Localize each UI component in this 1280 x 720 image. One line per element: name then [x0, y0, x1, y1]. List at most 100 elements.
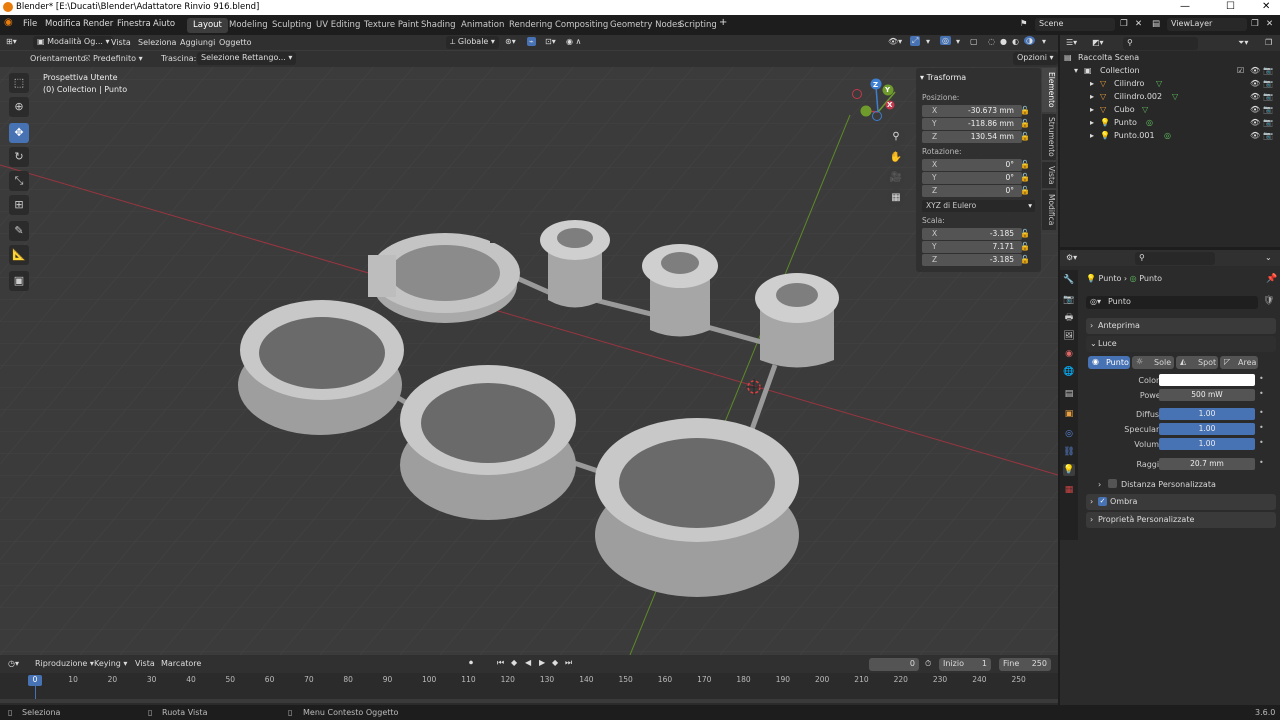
timeline-editor-icon[interactable]: ◷▾	[8, 659, 19, 668]
light-type-area-button[interactable]: ◸ Area	[1220, 356, 1258, 369]
keyframe-dot-icon[interactable]: •	[1259, 389, 1264, 398]
eye-icon[interactable]: 👁	[1250, 105, 1260, 114]
lock-icon[interactable]: 🔓	[1020, 132, 1030, 141]
checkbox-icon[interactable]: ☑	[1237, 66, 1244, 75]
menu-help[interactable]: Aiuto	[153, 19, 175, 29]
blender-menu-icon[interactable]: ◉	[4, 17, 13, 28]
tab-layout[interactable]: Layout	[187, 18, 228, 33]
eye-icon[interactable]: 👁	[1250, 66, 1260, 75]
move-tool-icon[interactable]: ✥	[9, 123, 29, 143]
menu-object[interactable]: Oggetto	[219, 38, 252, 47]
jump-key-forward-icon[interactable]: ◆	[552, 658, 558, 667]
gizmo-menu-icon[interactable]: ▾	[926, 37, 930, 46]
menu-edit[interactable]: Modifica	[45, 19, 81, 29]
3d-viewport[interactable]: Z Y X ⊞▾ ▣ Modalità Og... ▾ Vista Selezi…	[0, 35, 1058, 655]
jump-end-icon[interactable]: ⏭	[565, 658, 572, 668]
camera-icon[interactable]: 📷	[1263, 131, 1273, 140]
location-y-field[interactable]: Y -118.86 mm	[922, 118, 1022, 130]
overlay-menu-icon[interactable]: ▾	[956, 37, 960, 46]
camera-icon[interactable]: 📷	[1263, 92, 1273, 101]
current-frame-field[interactable]: 0	[869, 658, 919, 671]
gizmo-toggle-icon[interactable]: ⤢	[910, 36, 921, 46]
lock-icon[interactable]: 🔓	[1020, 119, 1030, 128]
keyframe-dot-icon[interactable]: •	[1259, 438, 1264, 447]
expand-icon[interactable]: ▸	[1090, 92, 1094, 101]
expand-icon[interactable]: ▸	[1090, 105, 1094, 114]
scale-y-field[interactable]: Y 7.171	[922, 241, 1022, 253]
light-section[interactable]: ⌄ Luce	[1086, 336, 1276, 352]
camera-icon[interactable]: 📷	[1263, 118, 1273, 127]
pan-hand-icon[interactable]: ✋	[887, 149, 905, 167]
close-button[interactable]: ✕	[1262, 1, 1270, 12]
jump-start-icon[interactable]: ⏮	[497, 658, 504, 668]
world-tab-icon[interactable]: 🌐	[1063, 366, 1075, 378]
datablock-name-field[interactable]: ◎▾ Punto	[1086, 296, 1258, 309]
frame-ruler[interactable]: 10 20 30 40 50 60 70 80 90 100 110 120 130 140 150 160 1…	[0, 675, 1058, 687]
eye-icon[interactable]: 👁	[1250, 118, 1260, 127]
tab-item[interactable]: Elemento	[1042, 68, 1056, 112]
solid-shading-icon[interactable]: ●	[1000, 37, 1007, 46]
diffuse-field[interactable]: 1.00	[1159, 408, 1255, 420]
bushing-3[interactable]	[755, 273, 839, 368]
view-layer-tab-icon[interactable]: 🖼	[1063, 330, 1075, 342]
menu-add[interactable]: Aggiungi	[180, 38, 215, 47]
delete-scene-icon[interactable]: ✕	[1135, 19, 1142, 29]
output-tab-icon[interactable]: 🖶	[1063, 312, 1075, 324]
menu-view[interactable]: Vista	[135, 659, 155, 668]
menu-file[interactable]: File	[23, 19, 37, 29]
properties-editor-icon[interactable]: ⚙▾	[1066, 253, 1077, 262]
snap-target-icon[interactable]: ⊡▾	[545, 37, 556, 46]
outliner-row-punto-001[interactable]: ▸ 💡 Punto.001 ◎ 👁 📷	[1060, 131, 1280, 144]
rotation-mode-dropdown[interactable]: XYZ di Eulero ▾	[922, 200, 1035, 212]
view-layer-selector[interactable]: ViewLayer	[1167, 18, 1247, 31]
scene-tab-icon[interactable]: ◉	[1063, 348, 1075, 360]
expand-icon[interactable]: ▸	[1090, 131, 1094, 140]
custom-distance-subpanel[interactable]: › Distanza Personalizzata	[1096, 478, 1256, 492]
cursor-tool-icon[interactable]: ⊕	[9, 97, 29, 117]
tab-edit[interactable]: Modifica	[1042, 190, 1056, 230]
menu-marker[interactable]: Marcatore	[161, 659, 201, 668]
expand-icon[interactable]: ▾	[1074, 66, 1078, 75]
rotation-y-field[interactable]: Y 0°	[922, 172, 1022, 184]
outliner-row-punto[interactable]: ▸ 💡 Punto ◎ 👁 📷	[1060, 118, 1280, 131]
outliner-row-cubo[interactable]: ▸ ▽ Cubo ▽ 👁 📷	[1060, 105, 1280, 118]
rotation-x-field[interactable]: X 0°	[922, 159, 1022, 171]
menu-select[interactable]: Seleziona	[138, 38, 176, 47]
outliner-row-cilindro[interactable]: ▸ ▽ Cilindro ▽ 👁 📷	[1060, 79, 1280, 92]
record-icon[interactable]: ⏺	[469, 658, 473, 668]
light-type-spot-button[interactable]: ◭ Spot	[1176, 356, 1218, 369]
bushing-1[interactable]	[540, 220, 610, 308]
preview-section[interactable]: › Anteprima	[1086, 318, 1276, 334]
ring-2-object[interactable]	[400, 365, 576, 520]
snap-icon[interactable]: ⌁	[527, 37, 536, 46]
volume-field[interactable]: 1.00	[1159, 438, 1255, 450]
menu-view[interactable]: Vista	[111, 38, 131, 47]
eye-icon[interactable]: 👁	[1250, 131, 1260, 140]
location-x-field[interactable]: X -30.673 mm	[922, 105, 1022, 117]
tool-tab-icon[interactable]: 🔧	[1063, 274, 1075, 286]
lock-icon[interactable]: 🔓	[1020, 173, 1030, 182]
camera-icon[interactable]: 📷	[1263, 66, 1273, 75]
jump-key-back-icon[interactable]: ◆	[511, 658, 517, 667]
annotate-tool-icon[interactable]: ✎	[9, 221, 29, 241]
transform-orientation-selector[interactable]: ⟂ Globale ▾	[446, 36, 499, 49]
playhead[interactable]: 0	[28, 675, 42, 686]
filter-icon[interactable]: ⏷▾	[1238, 38, 1248, 48]
collection-row[interactable]: ▾ ▣ Collection ☑ 👁 📷	[1060, 66, 1280, 79]
lock-icon[interactable]: 🔓	[1020, 229, 1030, 238]
wireframe-shading-icon[interactable]: ◌	[988, 37, 995, 46]
shadow-checkbox[interactable]: ✓	[1098, 497, 1107, 506]
options-dropdown[interactable]: Opzioni ▾	[1013, 52, 1058, 65]
expand-icon[interactable]: ▸	[1090, 79, 1094, 88]
measure-tool-icon[interactable]: 📐	[9, 245, 29, 265]
properties-search-input[interactable]: ⚲	[1135, 252, 1215, 265]
pin-icon[interactable]: 📌	[1266, 274, 1277, 284]
timeline-editor[interactable]: ◷▾ Riproduzione ▾ Keying ▾ Vista Marcato…	[0, 655, 1058, 705]
visibility-icon[interactable]: 👁▾	[888, 37, 902, 46]
eye-icon[interactable]: 👁	[1250, 92, 1260, 101]
render-tab-icon[interactable]: 📷	[1063, 294, 1075, 306]
new-collection-icon[interactable]: ❐	[1265, 38, 1272, 47]
maximize-button[interactable]: ☐	[1226, 1, 1235, 12]
light-type-point-button[interactable]: ◉ Punto	[1088, 356, 1130, 369]
material-shading-icon[interactable]: ◐	[1012, 37, 1019, 46]
